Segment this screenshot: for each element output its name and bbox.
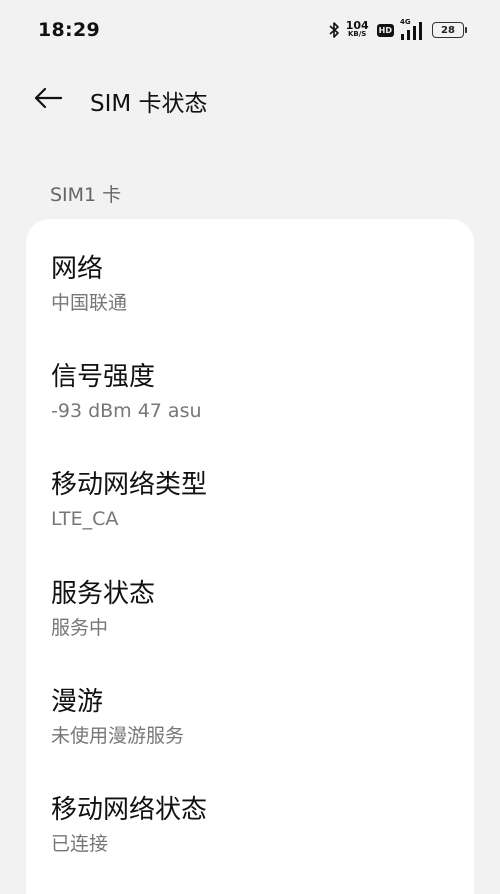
- item-title: 服务状态: [51, 579, 156, 609]
- item-value: -93 dBm 47 asu: [51, 400, 202, 422]
- network-type-label: 4G: [400, 18, 411, 26]
- app-bar: SIM 卡状态: [0, 72, 500, 128]
- item-title: 信号强度: [51, 362, 156, 392]
- status-bar: 18:29 104 KB/S HD 4G 28: [0, 0, 500, 60]
- network-speed-value: 104: [345, 19, 369, 32]
- bluetooth-icon: [328, 21, 340, 39]
- back-button[interactable]: [28, 80, 68, 120]
- item-title: 网络: [51, 254, 104, 284]
- hd-icon: HD: [376, 23, 394, 37]
- list-item-network: 网络 中国联通: [51, 252, 451, 316]
- status-icons: 104 KB/S HD 4G 28: [328, 18, 467, 42]
- item-title: 移动网络类型: [51, 470, 208, 500]
- battery-icon: 28: [432, 22, 467, 38]
- item-value: LTE_CA: [51, 508, 119, 530]
- status-time: 18:29: [38, 19, 100, 41]
- list-item-signal-strength: 信号强度 -93 dBm 47 asu: [51, 360, 451, 424]
- item-value: 服务中: [51, 617, 109, 639]
- item-title: 漫游: [51, 687, 104, 717]
- item-value: 未使用漫游服务: [51, 725, 185, 747]
- page-title: SIM 卡状态: [90, 91, 208, 117]
- list-item-data-state: 移动网络状态 已连接: [51, 793, 451, 857]
- back-arrow-icon: [33, 86, 63, 114]
- signal-icon: 4G: [400, 18, 424, 40]
- list-item-service-state: 服务状态 服务中: [51, 577, 451, 641]
- item-title: 移动网络状态: [51, 795, 208, 825]
- list-item-network-type: 移动网络类型 LTE_CA: [51, 468, 451, 532]
- network-speed-unit: KB/S: [347, 30, 367, 38]
- item-value: 中国联通: [51, 292, 128, 314]
- item-value: 已连接: [51, 833, 109, 855]
- sim-status-card: 网络 中国联通 信号强度 -93 dBm 47 asu 移动网络类型 LTE_C…: [26, 219, 474, 894]
- section-header: SIM1 卡: [50, 184, 122, 206]
- network-speed: 104 KB/S: [345, 19, 369, 39]
- screen: 18:29 104 KB/S HD 4G 28 SIM 卡状态 SIM1 卡 网…: [0, 0, 500, 894]
- list-item-roaming: 漫游 未使用漫游服务: [51, 685, 451, 749]
